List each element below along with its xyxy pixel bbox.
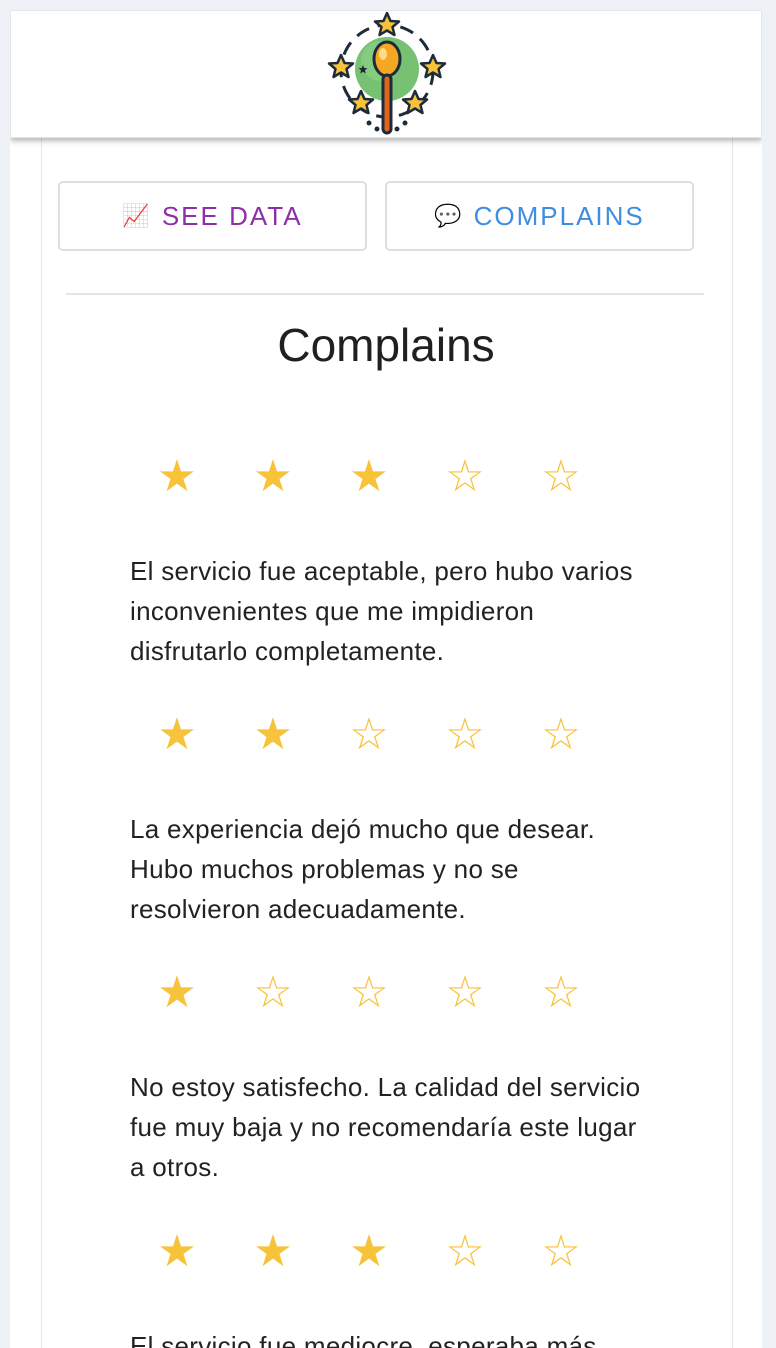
star-empty-icon: ☆ xyxy=(445,709,485,760)
star-filled-icon: ★ xyxy=(157,1226,197,1277)
rating-stars: ★ ☆ ☆ ☆ ☆ xyxy=(130,968,610,1018)
star-filled-icon: ★ xyxy=(349,451,389,502)
star-filled-icon: ★ xyxy=(157,967,197,1018)
star-empty-icon: ☆ xyxy=(541,709,581,760)
star-filled-icon: ★ xyxy=(253,709,293,760)
reviews-list: ★ ★ ★ ☆ ☆ El servicio fue aceptable, pero hub… xyxy=(10,10,762,1348)
star-filled-icon: ★ xyxy=(157,709,197,760)
star-empty-icon: ☆ xyxy=(541,1226,581,1277)
rating-stars: ★ ★ ★ ☆ ☆ xyxy=(130,452,610,502)
review-text: El servicio fue aceptable, pero hubo var… xyxy=(130,556,633,666)
spoon-stars-logo-icon[interactable] xyxy=(323,11,451,139)
star-filled-icon: ★ xyxy=(253,451,293,502)
page-frame: 📈 SEE DATA 💬 COMPLAINS Complains ★ ★ ★ ☆ ☆ El… xyxy=(10,10,762,1348)
star-empty-icon: ☆ xyxy=(445,451,485,502)
review-text: El servicio fue mediocre, esperaba más. xyxy=(130,1331,605,1348)
star-filled-icon: ★ xyxy=(253,1226,293,1277)
star-empty-icon: ☆ xyxy=(541,967,581,1018)
app-header xyxy=(10,10,762,138)
star-filled-icon: ★ xyxy=(157,451,197,502)
rating-stars: ★ ★ ☆ ☆ ☆ xyxy=(130,710,610,760)
rating-stars: ★ ★ ★ ☆ ☆ xyxy=(130,1227,610,1277)
star-empty-icon: ☆ xyxy=(541,451,581,502)
star-empty-icon: ☆ xyxy=(349,967,389,1018)
star-filled-icon: ★ xyxy=(349,1226,389,1277)
star-empty-icon: ☆ xyxy=(253,967,293,1018)
review-text: No estoy satisfecho. La calidad del serv… xyxy=(130,1072,641,1182)
star-empty-icon: ☆ xyxy=(445,967,485,1018)
review-text: La experiencia dejó mucho que desear. Hu… xyxy=(130,814,595,924)
star-empty-icon: ☆ xyxy=(445,1226,485,1277)
star-empty-icon: ☆ xyxy=(349,709,389,760)
